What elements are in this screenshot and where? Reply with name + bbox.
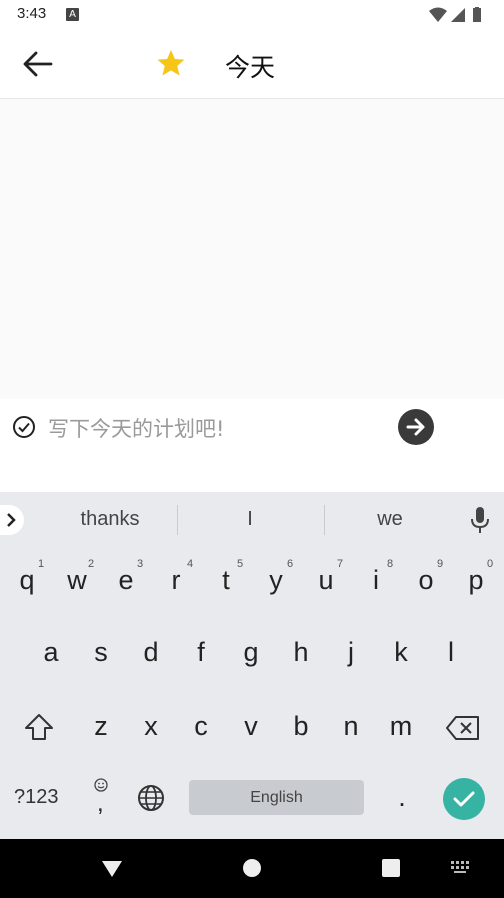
wifi-icon	[429, 7, 447, 22]
suggestion-3[interactable]: we	[330, 508, 450, 531]
status-bar: 3:43 A	[0, 0, 504, 30]
key-c[interactable]: c	[181, 711, 221, 742]
shift-icon[interactable]	[22, 712, 56, 742]
key-a[interactable]: a	[31, 637, 71, 668]
key-v[interactable]: v	[231, 711, 271, 742]
suggestion-divider	[177, 505, 178, 535]
key-l[interactable]: l	[431, 637, 471, 668]
key-hint: 1	[38, 558, 45, 570]
checkmark-icon	[453, 791, 475, 807]
nav-home-icon[interactable]	[242, 858, 262, 878]
keyboard-switch-icon[interactable]	[451, 861, 471, 875]
key-b[interactable]: b	[281, 711, 321, 742]
suggestion-2[interactable]: I	[190, 508, 310, 531]
emoji-comma-key[interactable]: ,	[92, 776, 112, 817]
key-k[interactable]: k	[381, 637, 421, 668]
status-icons	[429, 7, 481, 22]
suggestion-1[interactable]: thanks	[50, 508, 170, 531]
key-hint: 3	[137, 558, 144, 570]
notification-badge: A	[66, 8, 79, 21]
symbols-key[interactable]: ?123	[14, 786, 59, 809]
task-input[interactable]: 写下今天的计划吧!	[48, 413, 224, 443]
suggestion-expand-button[interactable]	[0, 505, 24, 535]
space-key[interactable]: English	[189, 780, 364, 815]
check-circle-icon[interactable]	[12, 415, 36, 439]
key-hint: 7	[337, 558, 344, 570]
chevron-right-icon	[7, 513, 16, 527]
microphone-icon[interactable]	[470, 506, 490, 534]
key-j[interactable]: j	[331, 637, 371, 668]
globe-icon[interactable]	[137, 784, 165, 812]
key-f[interactable]: f	[181, 637, 221, 668]
page-title: 今天	[225, 53, 276, 82]
key-hint: 2	[88, 558, 95, 570]
key-h[interactable]: h	[281, 637, 321, 668]
arrow-right-icon	[406, 418, 425, 436]
status-time: 3:43	[17, 5, 47, 22]
key-hint: 0	[487, 558, 494, 570]
comma-label: ,	[97, 790, 104, 817]
key-hint: 4	[187, 558, 194, 570]
key-s[interactable]: s	[81, 637, 121, 668]
backspace-icon[interactable]	[445, 715, 481, 741]
star-icon[interactable]	[156, 48, 186, 78]
key-z[interactable]: z	[81, 711, 121, 742]
suggestion-divider	[324, 505, 325, 535]
key-hint: 9	[437, 558, 444, 570]
key-hint: 5	[237, 558, 244, 570]
key-d[interactable]: d	[131, 637, 171, 668]
nav-back-icon[interactable]	[101, 860, 123, 878]
key-n[interactable]: n	[331, 711, 371, 742]
key-g[interactable]: g	[231, 637, 271, 668]
send-button[interactable]	[398, 409, 434, 445]
key-hint: 8	[387, 558, 394, 570]
task-list-area	[0, 99, 504, 399]
back-arrow-icon[interactable]	[22, 50, 54, 78]
period-key[interactable]: .	[382, 782, 422, 813]
battery-icon	[473, 8, 481, 22]
enter-button[interactable]	[443, 778, 485, 820]
key-x[interactable]: x	[131, 711, 171, 742]
nav-recents-icon[interactable]	[382, 859, 400, 877]
key-m[interactable]: m	[381, 711, 421, 742]
key-hint: 6	[287, 558, 294, 570]
signal-icon	[451, 8, 465, 22]
